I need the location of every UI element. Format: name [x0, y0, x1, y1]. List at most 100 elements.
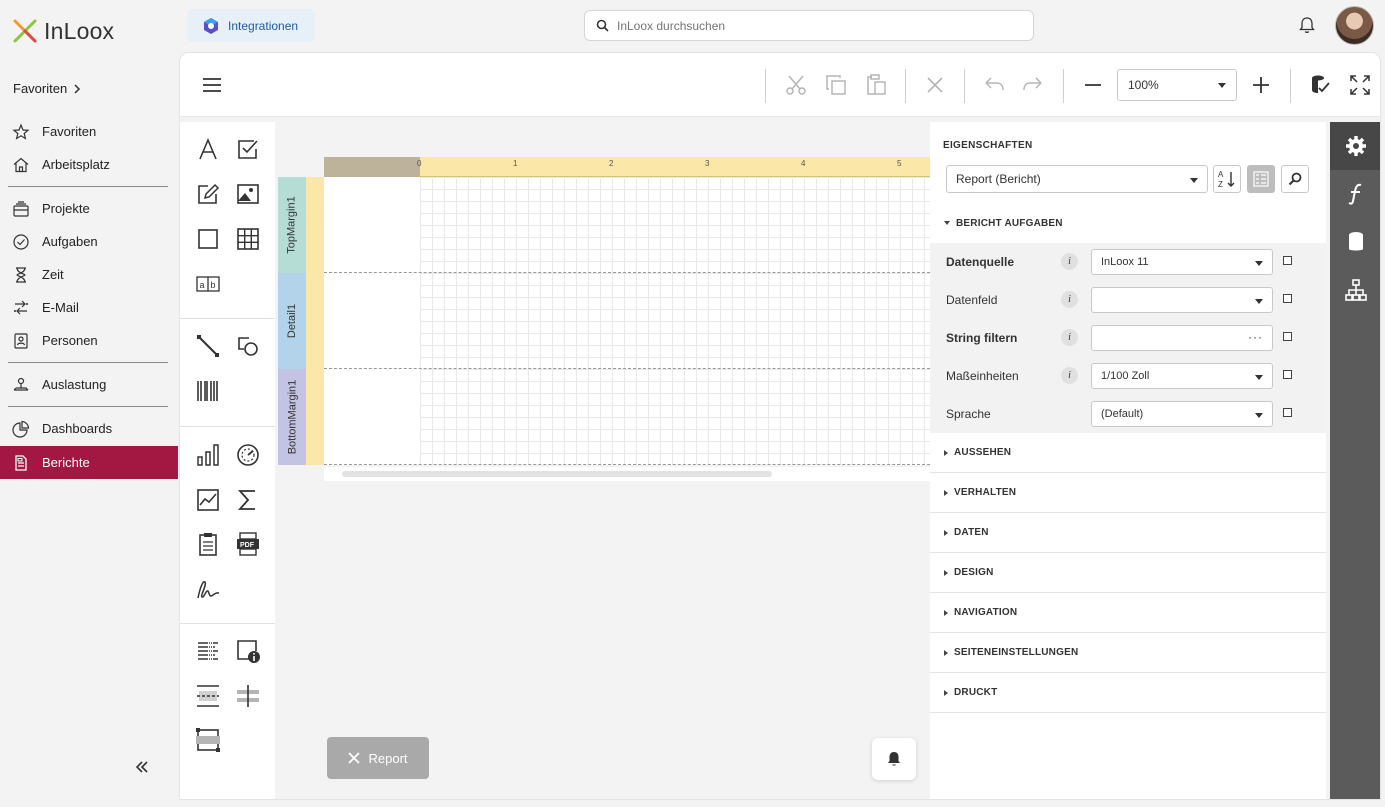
line-tool-icon[interactable]: [195, 333, 221, 359]
panel-tool-icon[interactable]: [195, 226, 221, 252]
sidebar-item-arbeitsplatz[interactable]: Arbeitsplatz: [0, 148, 178, 181]
band-header-topmargin[interactable]: TopMargin1: [278, 177, 306, 273]
validate-data-icon[interactable]: [1308, 73, 1332, 97]
object-selector[interactable]: Report (Bericht): [946, 165, 1208, 193]
section-aussehen[interactable]: AUSSEHEN: [930, 433, 1326, 473]
gauge-tool-icon[interactable]: [235, 442, 261, 468]
band-header-detail[interactable]: Detail1: [278, 273, 306, 369]
section-daten[interactable]: DATEN: [930, 513, 1326, 553]
sidebar-item-favoriten[interactable]: Favoriten: [0, 115, 178, 148]
sort-alphabetical-button[interactable]: AZ: [1213, 165, 1241, 193]
expressions-tab[interactable]: [1330, 170, 1380, 218]
property-search-button[interactable]: [1281, 165, 1309, 193]
pdf-content-tool-icon[interactable]: PDF: [235, 531, 261, 557]
chevron-down-icon: [1255, 413, 1263, 418]
sidebar-item-email[interactable]: E-Mail: [0, 291, 178, 324]
datenquelle-select[interactable]: InLoox 11: [1091, 249, 1273, 275]
sparkline-tool-icon[interactable]: [195, 487, 221, 513]
section-seiteneinstellungen[interactable]: SEITENEINSTELLUNGEN: [930, 633, 1326, 673]
property-checkbox[interactable]: [1283, 332, 1292, 341]
horizontal-scrollbar[interactable]: [324, 467, 930, 481]
redo-icon[interactable]: [1021, 73, 1045, 97]
table-tool-icon[interactable]: [235, 226, 261, 252]
delete-icon[interactable]: [923, 73, 947, 97]
barcode-tool-icon[interactable]: [195, 378, 221, 404]
sidebar-item-auslastung[interactable]: Auslastung: [0, 368, 178, 401]
zoom-select[interactable]: 100%: [1117, 69, 1237, 101]
design-surface[interactable]: 0 1 2 3 4 5 TopMargin1 Detail1 BottomMar…: [278, 157, 930, 485]
table-of-contents-tool-icon[interactable]: [195, 638, 221, 664]
sidebar-divider: [8, 186, 168, 187]
section-druckt[interactable]: DRUCKT: [930, 673, 1326, 713]
integrations-button[interactable]: Integrationen: [187, 9, 315, 42]
notification-button[interactable]: [872, 738, 916, 780]
page-info-tool-icon[interactable]: [195, 531, 221, 557]
label-tool-icon[interactable]: [195, 137, 221, 163]
zoom-out-icon[interactable]: [1081, 73, 1105, 97]
section-design[interactable]: DESIGN: [930, 553, 1326, 593]
sprache-select[interactable]: (Default): [1091, 401, 1273, 427]
cross-band-box-tool-icon[interactable]: [195, 727, 221, 753]
notifications-bell-icon[interactable]: [1297, 15, 1317, 35]
chart-tool-icon[interactable]: [195, 442, 221, 468]
sidebar-item-zeit[interactable]: Zeit: [0, 258, 178, 291]
property-checkbox[interactable]: [1283, 294, 1292, 303]
undo-icon[interactable]: [982, 73, 1006, 97]
user-avatar[interactable]: [1335, 6, 1374, 45]
report-explorer-tab[interactable]: [1330, 266, 1380, 314]
global-search[interactable]: [584, 10, 1034, 41]
character-comb-tool-icon[interactable]: ab: [195, 271, 221, 297]
sidebar-item-berichte[interactable]: Berichte: [0, 446, 178, 479]
zoom-in-icon[interactable]: [1249, 73, 1273, 97]
collapse-sidebar-icon[interactable]: [133, 758, 151, 776]
checkbox-tool-icon[interactable]: [235, 137, 261, 163]
band-boundary[interactable]: [324, 272, 930, 273]
sidebar-item-projekte[interactable]: Projekte: [0, 192, 178, 225]
inloox-logo[interactable]: InLoox: [12, 17, 122, 45]
signature-tool-icon[interactable]: [195, 576, 221, 602]
page-break-tool-icon[interactable]: [195, 683, 221, 709]
summary-sigma-icon[interactable]: [235, 487, 261, 513]
hamburger-menu-icon[interactable]: [200, 73, 224, 97]
property-checkbox[interactable]: [1283, 370, 1292, 379]
section-navigation[interactable]: NAVIGATION: [930, 593, 1326, 633]
subreport-info-tool-icon[interactable]: [235, 638, 261, 664]
datenfeld-select[interactable]: [1091, 287, 1273, 313]
report-tab[interactable]: Report: [327, 737, 429, 779]
band-boundary[interactable]: [324, 368, 930, 369]
close-icon[interactable]: [348, 752, 361, 764]
cut-icon[interactable]: [784, 73, 808, 97]
property-checkbox[interactable]: [1283, 408, 1292, 417]
cross-band-line-tool-icon[interactable]: [235, 683, 261, 709]
sidebar-item-aufgaben[interactable]: Aufgaben: [0, 225, 178, 258]
shape-tool-icon[interactable]: [235, 333, 261, 359]
sidebar-item-personen[interactable]: Personen: [0, 324, 178, 357]
band-header-bottommargin[interactable]: BottomMargin1: [278, 369, 306, 465]
sidebar: Favoriten Favoriten Arbeitsplatz Projekt…: [0, 70, 178, 807]
scrollbar-thumb[interactable]: [342, 471, 772, 477]
info-icon[interactable]: i: [1061, 291, 1078, 308]
info-icon[interactable]: i: [1061, 367, 1078, 384]
copy-icon[interactable]: [824, 73, 848, 97]
property-checkbox[interactable]: [1283, 256, 1292, 265]
string-filter-field[interactable]: ···: [1091, 325, 1273, 351]
masseinheiten-select[interactable]: 1/100 Zoll: [1091, 363, 1273, 389]
search-input[interactable]: [617, 18, 1017, 33]
section-bericht-aufgaben[interactable]: BERICHT AUFGABEN: [930, 203, 1326, 243]
ellipsis-button[interactable]: ···: [1248, 330, 1263, 344]
fullscreen-icon[interactable]: [1348, 73, 1372, 97]
categorized-view-button[interactable]: [1247, 165, 1275, 193]
field-list-tab[interactable]: [1330, 218, 1380, 266]
properties-tab[interactable]: [1330, 122, 1380, 170]
paste-icon[interactable]: [864, 73, 888, 97]
report-canvas[interactable]: [324, 177, 930, 465]
band-boundary[interactable]: [324, 464, 930, 465]
sidebar-item-dashboards[interactable]: Dashboards: [0, 412, 178, 445]
section-verhalten[interactable]: VERHALTEN: [930, 473, 1326, 513]
favorites-header[interactable]: Favoriten: [13, 81, 81, 96]
picture-tool-icon[interactable]: [235, 181, 261, 207]
logo-text: InLoox: [44, 17, 115, 44]
info-icon[interactable]: i: [1061, 253, 1078, 270]
info-icon[interactable]: i: [1061, 329, 1078, 346]
richtext-tool-icon[interactable]: [195, 181, 221, 207]
